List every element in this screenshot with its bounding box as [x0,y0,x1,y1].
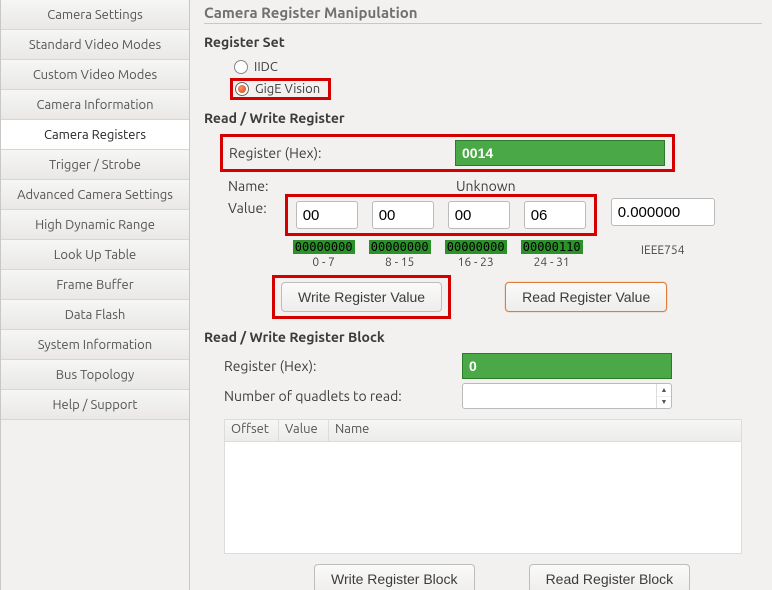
sidebar-item-help-support[interactable]: Help / Support [1,390,189,420]
col-name[interactable]: Name [329,420,741,441]
page-title: Camera Register Manipulation [204,4,762,24]
sidebar: Camera Settings Standard Video Modes Cus… [0,0,190,590]
radio-label-iidc: IIDC [254,60,278,74]
spin-down-icon[interactable]: ▼ [657,396,671,409]
register-hex-row: Register (Hex): [220,134,675,172]
sidebar-item-frame-buffer[interactable]: Frame Buffer [1,270,189,300]
radio-label-gige: GigE Vision [255,82,320,96]
value-name-unknown: Unknown [456,178,516,194]
label-ieee754: IEEE754 [611,244,715,257]
radio-icon [234,60,248,74]
sidebar-item-camera-information[interactable]: Camera Information [1,90,189,120]
ieee754-input[interactable] [611,198,715,226]
bits-0: 00000000 [293,240,355,254]
col-offset[interactable]: Offset [225,420,279,441]
heading-rw-block: Read / Write Register Block [204,329,762,345]
col-value[interactable]: Value [279,420,329,441]
bits-1: 00000000 [369,240,431,254]
label-block-register-hex: Register (Hex): [224,358,462,374]
heading-register-set: Register Set [204,34,762,50]
sidebar-item-bus-topology[interactable]: Bus Topology [1,360,189,390]
octet-input-0[interactable] [296,201,358,229]
bitrange-1: 8 - 15 [369,256,431,269]
heading-rw-register: Read / Write Register [204,110,762,126]
bitrange-3: 24 - 31 [521,256,583,269]
spin-up-icon[interactable]: ▲ [657,384,671,396]
bits-2: 00000000 [445,240,507,254]
block-table: Offset Value Name [224,419,742,554]
sidebar-item-trigger-strobe[interactable]: Trigger / Strobe [1,150,189,180]
block-register-hex-input[interactable] [462,353,672,379]
radio-gige-vision-row: GigE Vision [204,78,762,100]
sidebar-item-high-dynamic-range[interactable]: High Dynamic Range [1,210,189,240]
octet-input-1[interactable] [372,201,434,229]
label-value: Value: [228,200,267,216]
sidebar-item-advanced-camera-settings[interactable]: Advanced Camera Settings [1,180,189,210]
write-register-value-button[interactable]: Write Register Value [281,282,442,312]
write-register-block-button[interactable]: Write Register Block [314,564,475,590]
radio-icon [235,82,249,96]
sidebar-item-standard-video-modes[interactable]: Standard Video Modes [1,30,189,60]
main-panel: Camera Register Manipulation Register Se… [190,0,772,590]
sidebar-item-custom-video-modes[interactable]: Custom Video Modes [1,60,189,90]
sidebar-item-look-up-table[interactable]: Look Up Table [1,240,189,270]
sidebar-item-system-information[interactable]: System Information [1,330,189,360]
sidebar-item-camera-registers[interactable]: Camera Registers [1,120,189,150]
label-name: Name: [228,178,456,194]
bits-3: 00000110 [521,240,583,254]
sidebar-item-camera-settings[interactable]: Camera Settings [1,0,189,30]
label-num-quadlets: Number of quadlets to read: [224,388,462,404]
radio-iidc[interactable]: IIDC [204,56,762,78]
read-register-value-button[interactable]: Read Register Value [505,282,667,312]
register-hex-input[interactable] [455,140,665,166]
radio-gige-vision[interactable]: GigE Vision [230,78,331,100]
octet-input-2[interactable] [448,201,510,229]
num-quadlets-spinner[interactable]: ▲ ▼ [462,383,672,409]
num-quadlets-input[interactable] [463,384,656,408]
read-register-block-button[interactable]: Read Register Block [529,564,691,590]
bitrange-0: 0 - 7 [293,256,355,269]
bitrange-2: 16 - 23 [445,256,507,269]
sidebar-item-data-flash[interactable]: Data Flash [1,300,189,330]
label-register-hex: Register (Hex): [229,145,455,161]
octet-input-3[interactable] [524,201,586,229]
